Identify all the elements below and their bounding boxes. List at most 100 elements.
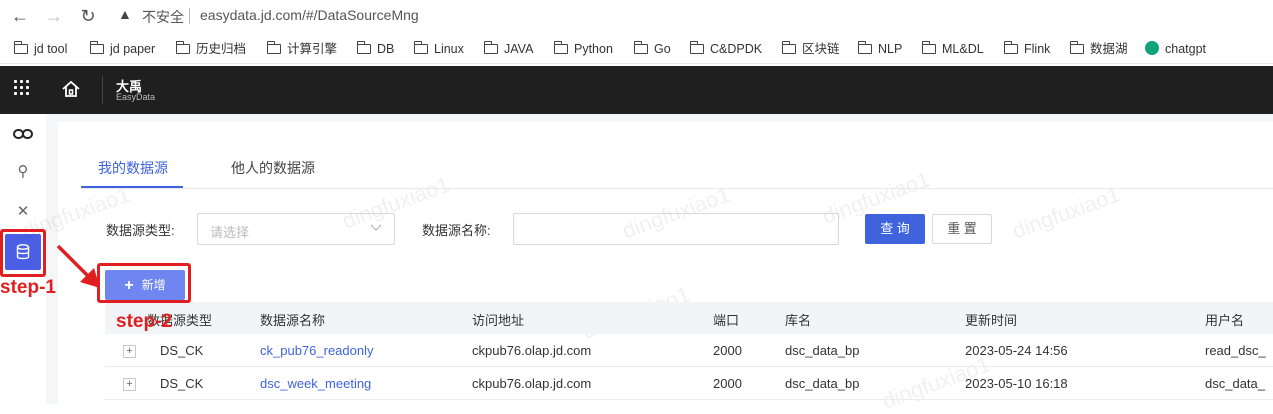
bookmark-blockchain[interactable]: 区块链	[781, 39, 840, 59]
type-filter-select[interactable]: 请选择	[197, 213, 395, 245]
home-icon[interactable]	[61, 79, 81, 99]
chatgpt-icon	[1145, 41, 1159, 55]
cell-user: read_dsc_	[1205, 343, 1266, 358]
forward-icon[interactable]: →	[42, 4, 66, 28]
cell-updated: 2023-05-24 14:56	[965, 343, 1068, 358]
folder-icon	[13, 41, 28, 54]
insecure-label: 不安全	[142, 9, 184, 25]
column-header: 访问地址	[472, 313, 525, 328]
cell-updated: 2023-05-10 16:18	[965, 376, 1068, 391]
bookmark-go[interactable]: Go	[633, 39, 671, 59]
bookmark-label: 历史归档	[196, 42, 247, 56]
bookmark-label: jd tool	[34, 42, 68, 56]
address-bar[interactable]: ▲ 不安全 easydata.jd.com/#/DataSourceMng	[112, 4, 1262, 28]
tab-my-datasources[interactable]: 我的数据源	[98, 158, 168, 178]
name-filter-label: 数据源名称:	[422, 223, 491, 238]
expand-icon[interactable]: +	[123, 345, 136, 358]
connector-icon[interactable]: ⚲	[5, 154, 41, 190]
column-header: 用户名	[1205, 313, 1245, 328]
bookmark-java[interactable]: JAVA	[483, 39, 534, 59]
bookmark-label: 数据湖	[1090, 42, 1128, 56]
table-header: 数据源类型 数据源名称 访问地址 端口 库名 更新时间 用户名	[105, 302, 1273, 334]
folder-icon	[175, 41, 190, 54]
table-row: + DS_CK ck_pub76_readonly ckpub76.olap.j…	[105, 334, 1273, 367]
step2-highlight	[97, 263, 191, 303]
bookmark-history[interactable]: 历史归档	[175, 39, 247, 59]
tab-divider	[81, 188, 1273, 189]
folder-icon	[633, 41, 648, 54]
folder-icon	[553, 41, 568, 54]
folder-icon	[781, 41, 796, 54]
reload-icon[interactable]: ↻	[76, 4, 100, 28]
bookmark-jd-tool[interactable]: jd tool	[13, 39, 68, 59]
active-tab-indicator	[81, 186, 183, 188]
bookmarks-bar: jd tool jd paper 历史归档 计算引擎 DB Linux JAVA…	[0, 34, 1273, 64]
reset-button[interactable]: 重 置	[932, 214, 992, 244]
brand-subtitle: EasyData	[116, 92, 156, 102]
column-header: 库名	[785, 313, 812, 328]
bookmark-label: NLP	[878, 42, 903, 56]
folder-icon	[89, 41, 104, 54]
bookmark-linux[interactable]: Linux	[413, 39, 464, 59]
apps-grid-icon[interactable]	[14, 80, 32, 98]
cell-address: ckpub76.olap.jd.com	[472, 376, 592, 391]
expand-icon[interactable]: +	[123, 378, 136, 391]
bookmark-label: Python	[574, 42, 613, 56]
bookmark-chatgpt[interactable]: chatgpt	[1145, 39, 1206, 59]
link-icon[interactable]	[5, 116, 41, 152]
column-header: 更新时间	[965, 313, 1018, 328]
bookmark-label: Flink	[1024, 42, 1051, 56]
cell-address: ckpub76.olap.jd.com	[472, 343, 592, 358]
folder-icon	[689, 41, 704, 54]
bookmark-label: C&DPDK	[710, 42, 763, 56]
cell-name-link[interactable]: ck_pub76_readonly	[260, 343, 373, 358]
step2-label: step-2	[116, 311, 172, 332]
cell-type: DS_CK	[160, 343, 204, 358]
bookmark-datalake[interactable]: 数据湖	[1069, 39, 1128, 59]
folder-icon	[1069, 41, 1084, 54]
step1-highlight	[0, 229, 46, 277]
chevron-down-icon	[370, 221, 382, 236]
cell-type: DS_CK	[160, 376, 204, 391]
header-divider	[102, 76, 103, 104]
bookmark-flink[interactable]: Flink	[1003, 39, 1051, 59]
bookmark-label: JAVA	[504, 42, 534, 56]
cell-database: dsc_data_bp	[785, 376, 860, 391]
warning-icon: ▲	[118, 6, 132, 22]
cell-database: dsc_data_bp	[785, 343, 860, 358]
folder-icon	[413, 41, 428, 54]
bookmark-label: 区块链	[802, 42, 840, 56]
bookmark-label: jd paper	[110, 42, 156, 56]
cell-name-link[interactable]: dsc_week_meeting	[260, 376, 371, 391]
type-filter-placeholder: 请选择	[210, 225, 250, 240]
column-header: 数据源名称	[260, 313, 326, 328]
app-header: 大禹 EasyData	[0, 66, 1273, 114]
bookmark-mldl[interactable]: ML&DL	[921, 39, 984, 59]
address-separator	[189, 8, 190, 24]
name-filter-input[interactable]	[513, 213, 839, 245]
back-icon[interactable]: ←	[8, 4, 32, 28]
query-button[interactable]: 查 询	[865, 214, 925, 244]
type-filter-label: 数据源类型:	[106, 223, 175, 238]
folder-icon	[921, 41, 936, 54]
bookmark-label: ML&DL	[942, 42, 984, 56]
bookmark-label: Linux	[434, 42, 464, 56]
folder-icon	[857, 41, 872, 54]
bookmark-label: Go	[654, 42, 671, 56]
url-text[interactable]: easydata.jd.com/#/DataSourceMng	[200, 7, 419, 23]
cell-user: dsc_data_	[1205, 376, 1265, 391]
column-header: 端口	[713, 313, 740, 328]
tab-others-datasources[interactable]: 他人的数据源	[231, 158, 315, 178]
tools-icon[interactable]: ✕	[5, 194, 41, 230]
folder-icon	[266, 41, 281, 54]
bookmark-db[interactable]: DB	[356, 39, 394, 59]
bookmark-python[interactable]: Python	[553, 39, 613, 59]
bookmark-cdpdk[interactable]: C&DPDK	[689, 39, 763, 59]
bookmark-jd-paper[interactable]: jd paper	[89, 39, 156, 59]
bookmark-nlp[interactable]: NLP	[857, 39, 903, 59]
browser-toolbar: ← → ↻ ▲ 不安全 easydata.jd.com/#/DataSource…	[0, 0, 1273, 34]
arrow-icon	[56, 244, 100, 288]
cell-port: 2000	[713, 376, 742, 391]
bookmark-compute[interactable]: 计算引擎	[266, 39, 337, 59]
table-row: + DS_CK dsc_week_meeting ckpub76.olap.jd…	[105, 367, 1273, 400]
